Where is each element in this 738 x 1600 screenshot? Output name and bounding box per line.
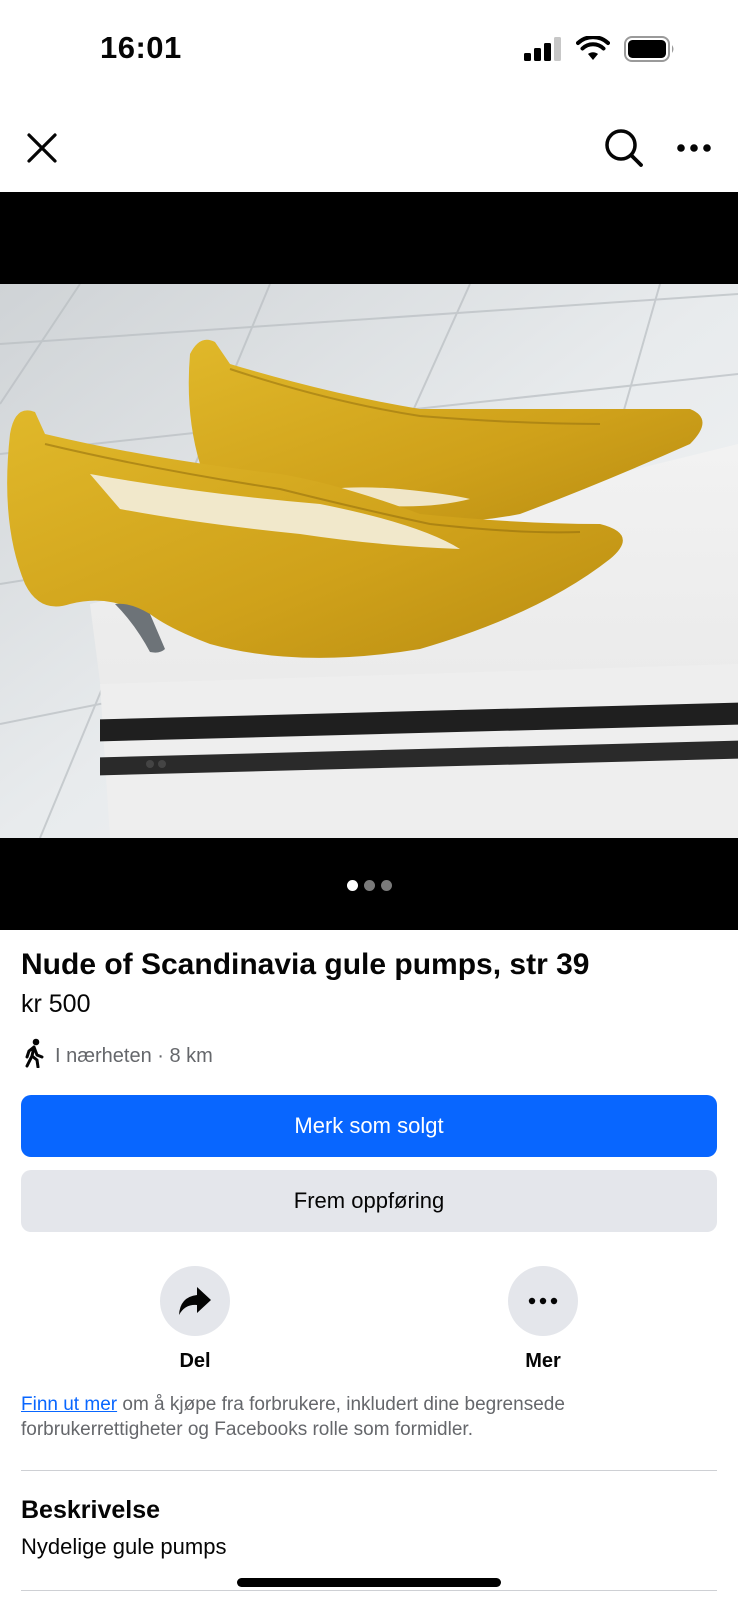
description-heading: Beskrivelse <box>21 1496 161 1524</box>
home-indicator[interactable] <box>237 1578 501 1587</box>
close-button[interactable] <box>20 126 64 170</box>
more-button[interactable] <box>508 1266 578 1336</box>
more-icon <box>677 144 711 152</box>
search-button[interactable] <box>600 124 648 172</box>
page-dot-active <box>346 880 358 891</box>
share-label: Del <box>179 1350 211 1372</box>
consumer-info-text: Finn ut mer om å kjøpe fra forbrukere, i… <box>21 1392 711 1440</box>
walking-person-icon <box>21 1038 47 1074</box>
close-icon <box>27 133 57 163</box>
signal-icon <box>524 37 562 66</box>
boost-listing-button[interactable]: Frem oppføring <box>21 1170 717 1232</box>
listing-title: Nude of Scandinavia gule pumps, str 39 <box>21 948 590 981</box>
more-dots-icon <box>528 1297 558 1305</box>
search-icon <box>605 129 643 167</box>
photo-gallery[interactable] <box>0 192 738 930</box>
status-time: 16:01 <box>100 30 182 65</box>
listing-location: I nærheten · 8 km <box>21 1038 213 1074</box>
learn-more-link[interactable]: Finn ut mer <box>21 1394 117 1415</box>
more-action[interactable]: Mer <box>483 1266 603 1373</box>
status-bar: 16:01 <box>0 0 738 100</box>
top-nav <box>0 110 738 190</box>
description-text: Nydelige gule pumps <box>21 1534 227 1559</box>
page-dot <box>363 880 375 891</box>
more-label: Mer <box>525 1350 561 1372</box>
listing-price: kr 500 <box>21 990 91 1018</box>
divider <box>21 1470 717 1471</box>
page-dot <box>380 880 392 891</box>
mark-sold-button[interactable]: Merk som solgt <box>21 1095 717 1157</box>
wifi-icon <box>576 35 610 67</box>
status-icons <box>524 35 676 67</box>
listing-photo[interactable] <box>0 284 738 838</box>
divider <box>21 1590 717 1591</box>
location-text: I nærheten · 8 km <box>55 1044 213 1067</box>
share-action[interactable]: Del <box>135 1266 255 1373</box>
share-arrow-icon <box>179 1287 211 1315</box>
more-options-button[interactable] <box>670 124 718 172</box>
battery-icon <box>624 36 676 67</box>
share-button[interactable] <box>160 1266 230 1336</box>
gallery-page-indicator <box>0 880 738 891</box>
